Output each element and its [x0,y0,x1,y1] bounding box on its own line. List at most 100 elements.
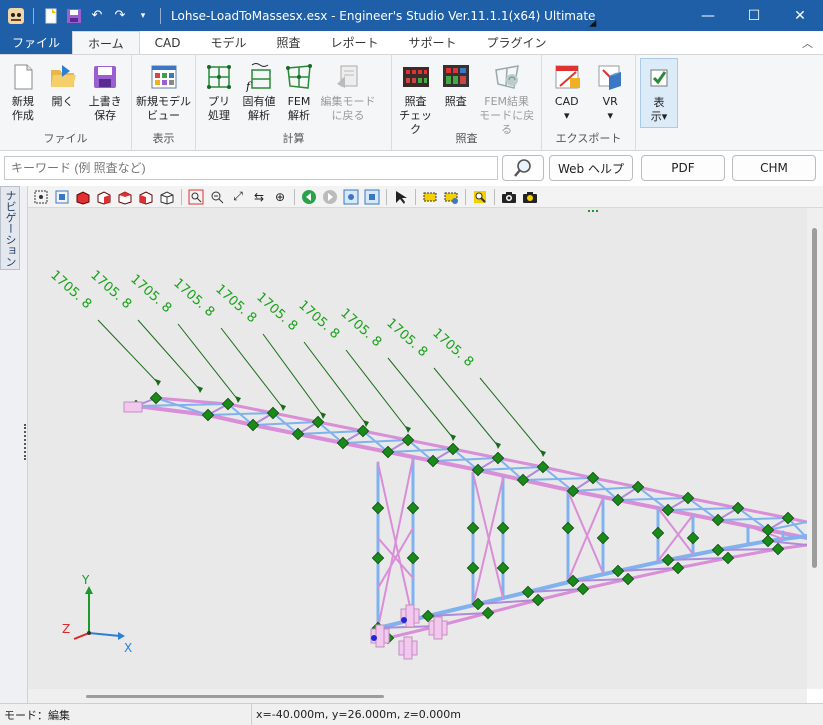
truss-member[interactable] [496,456,545,469]
support-block[interactable] [433,616,443,640]
target-icon[interactable]: ⊕ [271,188,289,206]
tab-support[interactable]: サポート [394,31,472,54]
new-file-icon[interactable] [41,6,61,26]
back-to-fem-result-button[interactable]: FEM結果 モードに戻る [476,58,537,136]
node-marker[interactable] [651,526,665,540]
navigation-tab[interactable]: ナビゲーション [0,186,20,270]
customize-dropdown-icon[interactable]: ▾ [133,6,153,26]
save-icon[interactable] [64,6,84,26]
node-marker[interactable] [421,609,435,623]
bracing-member[interactable] [767,540,807,546]
search-button[interactable] [502,155,544,181]
pdf-button[interactable]: PDF [641,155,725,181]
model-viewport[interactable]: 1705. 8 1705. 8 1705. 8 1705. 8 1705. 8 1705.… [28,208,807,689]
fem-analysis-button[interactable]: FEM 解析 [280,58,318,132]
zoom-window-icon[interactable] [187,188,205,206]
truss-member[interactable] [766,534,807,543]
new-button[interactable]: 新規 作成 [4,58,42,132]
vr-export-button[interactable]: VR ▾ [590,58,632,132]
pointer-select-icon[interactable] [392,188,410,206]
node-marker[interactable] [149,391,163,405]
node-marker[interactable] [611,564,625,578]
node-marker[interactable] [406,501,420,515]
select-box-icon[interactable] [53,188,71,206]
support-block[interactable] [405,604,415,628]
node-marker[interactable] [686,531,700,545]
node-marker[interactable] [711,543,725,557]
tab-plugin[interactable]: プラグイン [472,31,562,54]
camera-icon[interactable] [500,188,518,206]
node-marker[interactable] [496,561,510,575]
display-toggle-button[interactable]: 表 示▾ [640,58,678,128]
vertical-scrollbar[interactable] [807,208,823,689]
minimize-button[interactable]: — [685,0,731,31]
view-top-icon[interactable] [116,188,134,206]
end-support-block[interactable] [123,401,143,413]
truss-member[interactable] [591,476,640,489]
view-side-icon[interactable] [95,188,113,206]
verify-button[interactable]: 照査 [437,58,474,132]
close-button[interactable]: ✕ [777,0,823,31]
check-button[interactable]: 照査 チェック [396,58,435,136]
tab-home[interactable]: ホーム [72,31,140,54]
forward-icon[interactable] [321,188,339,206]
zoom-fit-icon[interactable] [342,188,360,206]
vertical-scrollbar-thumb[interactable] [812,228,817,568]
node-marker[interactable] [561,521,575,535]
node-marker[interactable] [761,534,775,548]
bracing-member[interactable] [717,548,779,551]
select-all-icon[interactable] [32,188,50,206]
dock-splitter-grip[interactable] [24,424,27,460]
back-icon[interactable] [300,188,318,206]
node-marker[interactable] [201,408,215,422]
tab-file[interactable]: ファイル [0,31,73,54]
save-button[interactable]: 上書き 保存 [83,58,127,132]
node-marker[interactable] [661,553,675,567]
support-block[interactable] [403,636,413,660]
truss-member[interactable] [571,489,620,502]
cad-export-button[interactable]: CAD ▾ [546,58,588,132]
diagonal-member[interactable] [567,497,604,582]
tab-report[interactable]: レポート [316,31,394,54]
node-marker[interactable] [521,585,535,599]
zoom-out-icon[interactable] [208,188,226,206]
node-marker[interactable] [481,606,495,620]
undo-icon[interactable]: ↶ [87,6,107,26]
node-marker[interactable] [371,551,385,565]
pre-process-button[interactable]: プリ 処理 [200,58,238,132]
zoom-all-icon[interactable] [363,188,381,206]
diagonal-member[interactable] [472,472,504,599]
tab-cad[interactable]: CAD [140,31,196,54]
pan-icon[interactable]: ⇆ [250,188,268,206]
redo-icon[interactable]: ↷ [110,6,130,26]
node-marker[interactable] [406,551,420,565]
bridge-model-canvas[interactable]: 1705. 81705. 81705. 81705. 81705. 81705.… [28,208,807,689]
node-marker[interactable] [496,521,510,535]
web-help-button[interactable]: Web ヘルプ [549,155,633,181]
horizontal-scrollbar-thumb[interactable] [86,695,384,698]
diagonal-member[interactable] [567,490,604,574]
support-block[interactable] [375,624,385,648]
node-marker[interactable] [671,561,685,575]
node-marker[interactable] [621,572,635,586]
tab-check[interactable]: 照査 [262,31,316,54]
node-marker[interactable] [466,521,480,535]
highlight-filter-icon[interactable] [442,188,460,206]
view-iso-icon[interactable] [137,188,155,206]
node-marker[interactable] [771,542,785,556]
tab-model[interactable]: モデル [195,31,261,54]
back-to-edit-mode-button[interactable]: 編集モード に戻る [320,58,376,132]
view-front-icon[interactable] [74,188,92,206]
app-logo-icon[interactable] [6,6,26,26]
node-marker[interactable] [466,561,480,575]
keyword-search-input[interactable] [4,156,498,180]
maximize-button[interactable]: ☐ [731,0,777,31]
eigen-analysis-button[interactable]: f 固有値 解析 [240,58,278,132]
new-model-view-button[interactable]: 新規モデル ビュー [136,58,191,132]
collapse-ribbon-icon[interactable]: ︿ [792,31,823,54]
find-icon[interactable] [471,188,489,206]
node-marker[interactable] [531,593,545,607]
highlight-icon[interactable] [421,188,439,206]
chm-button[interactable]: CHM [732,155,816,181]
open-button[interactable]: 開く [44,58,82,132]
